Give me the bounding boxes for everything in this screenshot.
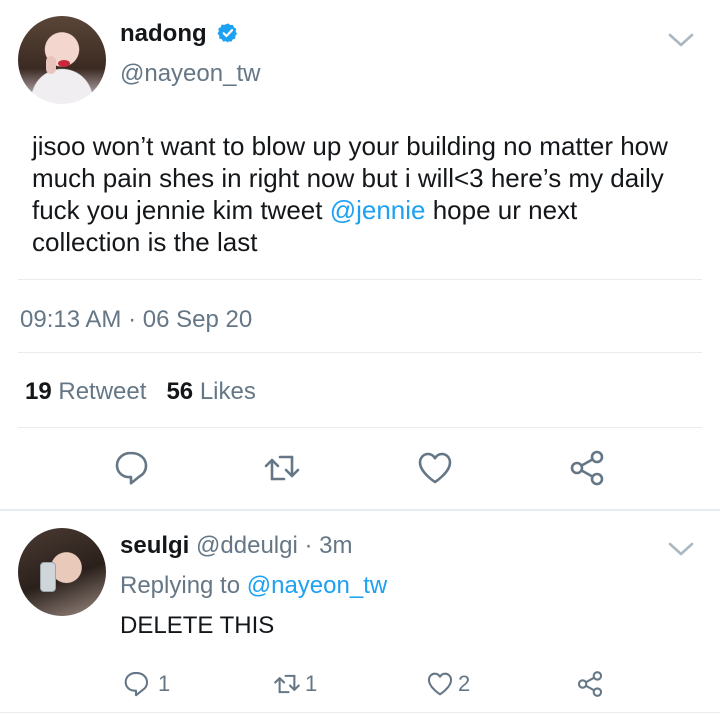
reply-handle[interactable]: @ddeulgi — [196, 532, 298, 559]
author-name-row[interactable]: nadong — [120, 20, 239, 48]
reply-retweet-count: 1 — [305, 671, 318, 696]
chevron-down-icon[interactable] — [668, 541, 694, 557]
retweet-count: 19 — [25, 378, 52, 405]
reply-retweet-action[interactable]: 1 — [273, 670, 317, 698]
chevron-down-icon[interactable] — [668, 32, 694, 48]
retweet-icon — [274, 674, 300, 694]
reply-text: DELETE THIS — [120, 612, 275, 639]
avatar-detail — [40, 562, 56, 592]
reply-reply-action[interactable]: 1 — [122, 670, 170, 698]
reply-icon — [124, 671, 149, 697]
retweet-label: Retweet — [58, 378, 147, 405]
divider — [0, 712, 720, 713]
author-avatar[interactable] — [18, 16, 106, 104]
author-handle[interactable]: @nayeon_tw — [120, 60, 260, 88]
likes-label: Likes — [199, 378, 256, 405]
replying-to-line: Replying to @nayeon_tw — [120, 572, 387, 600]
author-display-name[interactable]: nadong — [120, 20, 207, 47]
likes-count: 56 — [166, 378, 194, 405]
share-icon[interactable] — [568, 449, 606, 487]
tweet-stats: 19 Retweet 56 Likes — [25, 378, 256, 406]
tweet-timestamp[interactable]: 09:13 AM · 06 Sep 20 — [20, 306, 252, 334]
avatar-detail — [58, 60, 70, 67]
divider — [18, 427, 702, 428]
reply-like-action[interactable]: 2 — [426, 670, 470, 698]
like-icon[interactable] — [416, 449, 454, 487]
reply-time[interactable]: · 3m — [304, 532, 352, 559]
divider — [18, 352, 702, 353]
tweet-text: jisoo won’t want to blow up your buildin… — [32, 130, 692, 258]
replying-to-link[interactable]: @nayeon_tw — [247, 572, 387, 599]
reply-display-name[interactable]: seulgi — [120, 532, 189, 559]
retweet-icon[interactable] — [263, 449, 301, 487]
share-icon[interactable] — [576, 670, 604, 698]
mention-link[interactable]: @jennie — [330, 195, 426, 225]
like-icon — [427, 672, 453, 696]
avatar-detail — [46, 56, 56, 74]
retweet-stat[interactable]: 19 Retweet — [25, 378, 146, 405]
replying-to-prefix: Replying to — [120, 572, 241, 599]
reply-like-count: 2 — [458, 671, 471, 696]
reply-author-avatar[interactable] — [18, 528, 106, 616]
verified-badge-icon — [217, 23, 238, 43]
reply-reply-count: 1 — [158, 671, 171, 696]
divider — [18, 279, 702, 280]
divider — [0, 509, 720, 511]
likes-stat[interactable]: 56 Likes — [166, 378, 255, 405]
reply-icon[interactable] — [112, 449, 150, 487]
reply-header: seulgi @ddeulgi · 3m — [120, 532, 352, 560]
